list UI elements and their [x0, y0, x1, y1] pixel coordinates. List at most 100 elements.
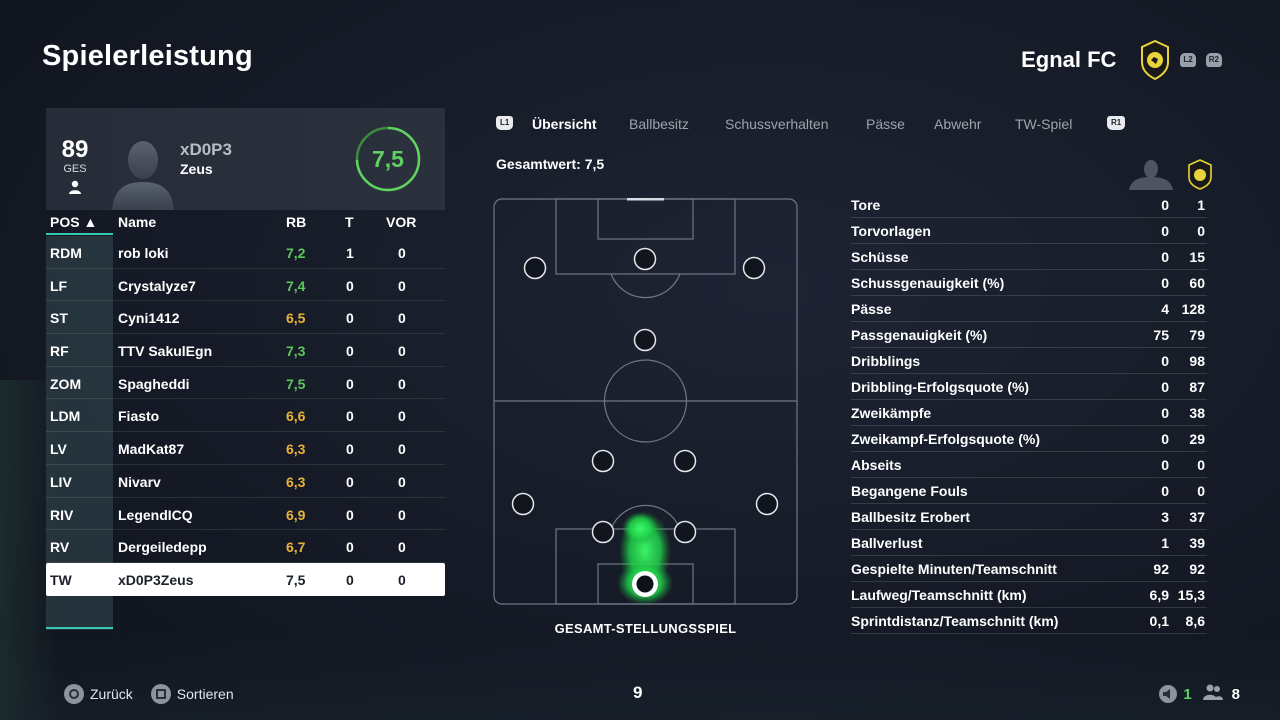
- l1-button-hint[interactable]: L1: [496, 116, 514, 130]
- table-row[interactable]: LIV Nivarv 6,3 0 0: [46, 465, 445, 498]
- stat-label: Dribbling-Erfolgsquote (%): [851, 379, 1030, 395]
- tab-uebersicht[interactable]: Übersicht: [532, 116, 597, 132]
- stat-player-value: 3: [1161, 509, 1169, 525]
- table-row[interactable]: ZOM Spagheddi 7,5 0 0: [46, 367, 445, 400]
- player-name: Cyni1412: [118, 310, 180, 327]
- player-marker: [523, 256, 547, 280]
- stat-row: Passgenauigkeit (%) 75 79: [851, 322, 1207, 348]
- player-name: MadKat87: [118, 441, 185, 458]
- stat-player-value: 0: [1161, 457, 1169, 473]
- stat-row: Dribblings 0 98: [851, 348, 1207, 374]
- stat-label: Laufweg/Teamschnitt (km): [851, 587, 1027, 603]
- name-column-header[interactable]: Name: [118, 214, 156, 230]
- player-name: TTV SakulEgn: [118, 343, 213, 360]
- stat-row: Dribbling-Erfolgsquote (%) 0 87: [851, 374, 1207, 400]
- table-row[interactable]: RDM rob loki 7,2 1 0: [46, 236, 445, 269]
- table-row[interactable]: RV Dergeiledepp 6,7 0 0: [46, 530, 445, 563]
- stat-player-value: 0: [1161, 275, 1169, 291]
- overall-value-label: Gesamtwert: 7,5: [496, 156, 605, 172]
- match-rating-ring: 7,5: [354, 125, 422, 193]
- stat-label: Schüsse: [851, 249, 909, 265]
- stat-player-value: 0: [1161, 405, 1169, 421]
- stat-row: Zweikämpfe 0 38: [851, 400, 1207, 426]
- stat-player-value: 0: [1161, 249, 1169, 265]
- tab-tw-spiel[interactable]: TW-Spiel: [1015, 116, 1072, 132]
- player-marker: [591, 449, 615, 473]
- player-rating: 6,9: [286, 506, 306, 523]
- player-goals: 0: [346, 310, 354, 327]
- match-rating-value: 7,5: [372, 146, 404, 172]
- footer-status: 1 8: [1159, 683, 1240, 705]
- player-rating: 6,3: [286, 441, 306, 458]
- square-button-icon[interactable]: [150, 684, 171, 704]
- player-goals: 0: [346, 441, 354, 458]
- rating-column-header[interactable]: RB: [286, 214, 306, 230]
- stat-label: Gespielte Minuten/Teamschnitt: [851, 561, 1057, 577]
- stat-row: Begangene Fouls 0 0: [851, 478, 1207, 504]
- stat-team-value: 37: [1189, 509, 1205, 525]
- player-silhouette-icon: [108, 138, 178, 210]
- player-position: RV: [50, 539, 70, 556]
- player-table-header: POS ▲ Name RB T VOR: [46, 210, 445, 235]
- stat-team-value: 15,3: [1177, 587, 1205, 603]
- table-row[interactable]: RF TTV SakulEgn 7,3 0 0: [46, 334, 445, 367]
- voice-chat-icon: [1159, 685, 1178, 703]
- sort-action-label[interactable]: Sortieren: [177, 686, 234, 702]
- player-rating: 7,5: [286, 375, 306, 392]
- player-assists: 0: [398, 375, 406, 392]
- l2-button-hint[interactable]: L2: [1180, 53, 1196, 67]
- tab-paesse[interactable]: Pässe: [866, 116, 905, 132]
- tab-abwehr[interactable]: Abwehr: [934, 116, 981, 132]
- pitch-caption: GESAMT-STELLUNGSSPIEL: [554, 621, 737, 636]
- tab-schussverhalten[interactable]: Schussverhalten: [725, 116, 829, 132]
- r2-button-hint[interactable]: R2: [1205, 53, 1222, 67]
- back-action-label[interactable]: Zurück: [90, 686, 133, 702]
- stat-label: Torvorlagen: [851, 223, 931, 239]
- table-row[interactable]: ST Cyni1412 6,5 0 0: [46, 301, 445, 335]
- assists-column-header[interactable]: VOR: [386, 214, 416, 230]
- table-row[interactable]: LF Crystalyze7 7,4 0 0: [46, 269, 445, 302]
- player-marker: [511, 492, 535, 516]
- player-position: LIV: [50, 473, 72, 490]
- player-goals: 0: [346, 571, 354, 588]
- stat-label: Tore: [851, 197, 881, 213]
- r1-button-hint[interactable]: R1: [1107, 116, 1126, 130]
- stat-player-value: 1: [1161, 535, 1169, 551]
- player-position: LF: [50, 277, 68, 294]
- tab-ballbesitz[interactable]: Ballbesitz: [629, 116, 689, 132]
- party-count: 8: [1231, 685, 1240, 703]
- sort-indicator-underline: [46, 233, 113, 235]
- stat-label: Dribblings: [851, 353, 921, 369]
- stat-label: Zweikämpfe: [851, 405, 932, 421]
- voice-count: 1: [1183, 685, 1192, 703]
- table-row[interactable]: LV MadKat87 6,3 0 0: [46, 432, 445, 465]
- player-rating: 6,7: [286, 539, 306, 556]
- stat-row: Ballverlust 1 39: [851, 530, 1207, 556]
- player-position: RIV: [50, 506, 74, 523]
- page-title: Spielerleistung: [42, 40, 253, 72]
- stats-column-icons: [1127, 158, 1217, 190]
- circle-button-icon[interactable]: [64, 684, 84, 704]
- stat-row: Zweikampf-Erfolgsquote (%) 0 29: [851, 426, 1207, 452]
- stat-team-value: 128: [1181, 301, 1205, 317]
- stat-row: Laufweg/Teamschnitt (km) 6,9 15,3: [851, 582, 1207, 608]
- table-row[interactable]: TW xD0P3Zeus 7,5 0 0: [46, 562, 445, 596]
- sort-by-pos-header[interactable]: POS ▲: [50, 214, 97, 230]
- team-header: Egnal FC L2 R2: [1021, 39, 1222, 81]
- stat-player-value: 75: [1153, 327, 1169, 343]
- stat-team-value: 0: [1197, 223, 1205, 239]
- stat-row: Tore 0 1: [851, 192, 1207, 218]
- stat-player-value: 6,9: [1149, 587, 1169, 603]
- table-row[interactable]: RIV LegendICQ 6,9 0 0: [46, 498, 445, 531]
- stat-player-value: 92: [1153, 561, 1169, 577]
- player-rating: 7,4: [286, 277, 306, 294]
- goals-column-header[interactable]: T: [345, 214, 354, 230]
- player-rating: 7,5: [286, 571, 306, 588]
- stat-row: Schüsse 0 15: [851, 244, 1207, 270]
- player-assists: 0: [398, 506, 406, 523]
- table-row[interactable]: LDM Fiasto 6,6 0 0: [46, 399, 445, 433]
- stat-team-value: 92: [1189, 561, 1205, 577]
- player-position: TW: [50, 571, 72, 588]
- player-assists: 0: [398, 473, 406, 490]
- stat-label: Zweikampf-Erfolgsquote (%): [851, 431, 1041, 447]
